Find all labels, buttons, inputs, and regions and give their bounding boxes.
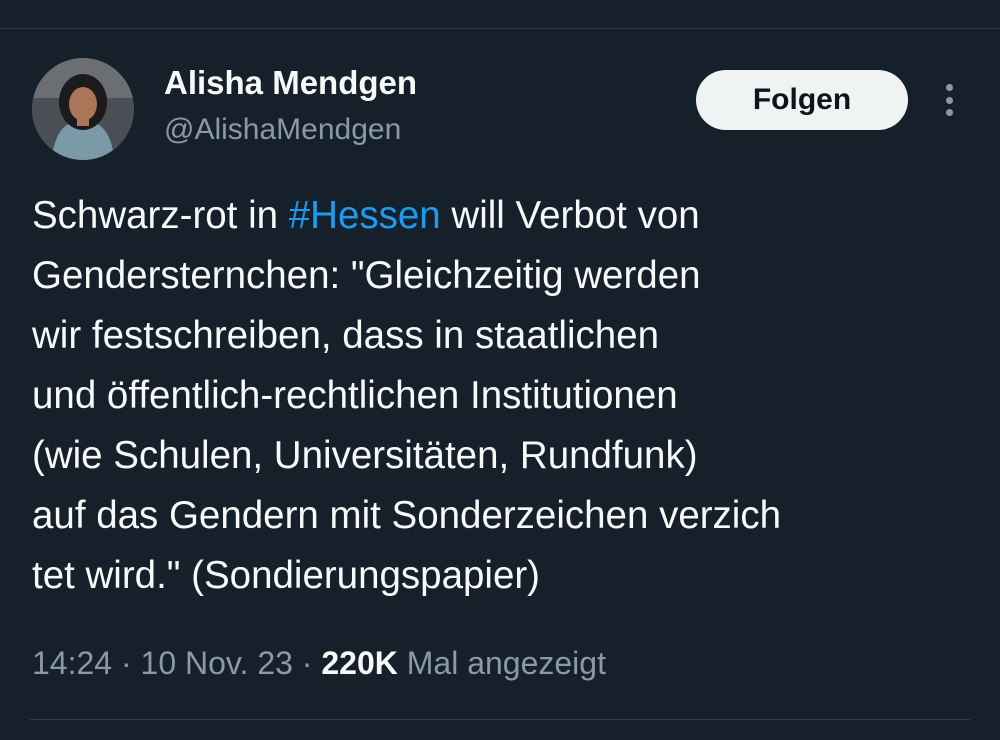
tweet-text-segment: will Verbot von [440,194,700,237]
more-dot [945,84,953,91]
avatar[interactable] [32,58,134,160]
tweet-line: Schwarz-rot in #Hessen will Verbot von [32,186,972,246]
tweet-line: und öffentlich-rechtlichen Institutionen [32,374,678,417]
tweet-line: wir festschreiben, dass in staatlichen [32,314,659,357]
tweet-date[interactable]: 10 Nov. 23 [141,645,293,681]
tweet-time[interactable]: 14:24 [32,645,112,681]
more-dot [945,96,953,104]
tweet-line: Gendersternchen: "Gleichzeitig werden [32,254,701,297]
more-dot [945,109,953,116]
author-handle[interactable]: @AlishaMendgen [164,113,401,147]
author-display-name[interactable]: Alisha Mendgen [164,64,417,102]
meta-separator: · [292,645,322,681]
tweet-text-segment: Schwarz-rot in [32,194,289,237]
hashtag-link[interactable]: #Hessen [289,194,441,237]
top-divider [0,28,1000,29]
views-label: Mal angezeigt [397,645,606,681]
bottom-divider [30,719,970,720]
tweet-text: Schwarz-rot in #Hessen will Verbot von G… [32,186,972,606]
follow-button[interactable]: Folgen [696,70,908,130]
views-count[interactable]: 220K [321,645,398,681]
tweet-line: (wie Schulen, Universitäten, Rundfunk) [32,434,698,477]
avatar-image [32,58,134,160]
tweet-line: auf das Gendern mit Sonderzeichen verzic… [32,494,782,537]
meta-separator: · [112,645,141,681]
more-vertical-icon[interactable] [932,78,966,122]
tweet-line: tet wird." (Sondierungspapier) [32,554,541,597]
tweet-meta: 14:24 · 10 Nov. 23 · 220K Mal angezeigt [32,645,606,682]
